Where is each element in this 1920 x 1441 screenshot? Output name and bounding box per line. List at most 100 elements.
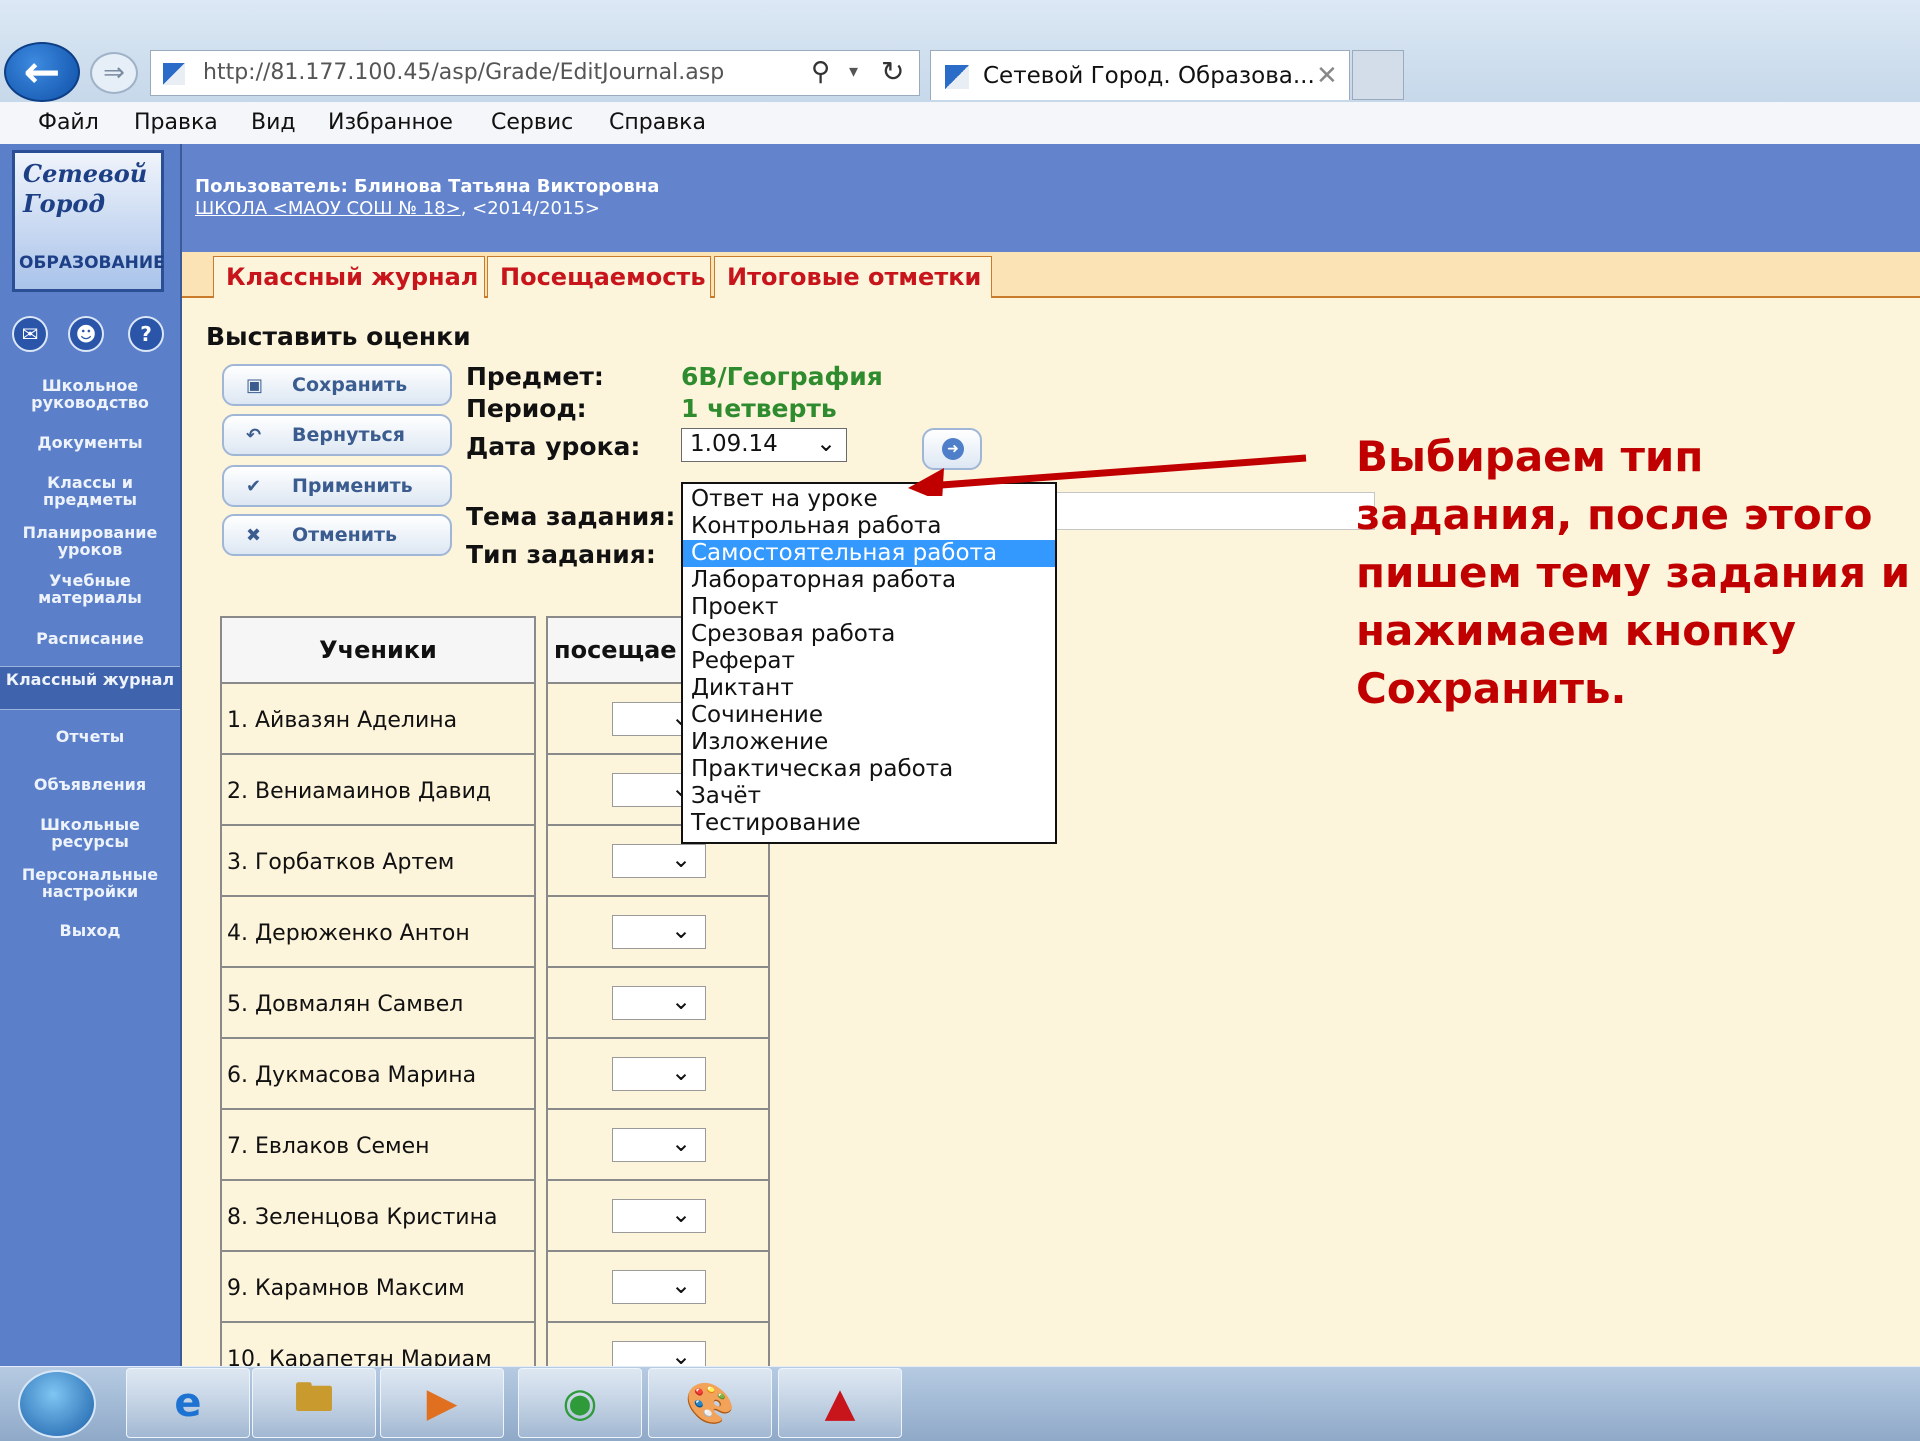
attendance-select[interactable]: ⌄ [612, 1057, 706, 1091]
attendance-select[interactable]: ⌄ [612, 915, 706, 949]
option-testing[interactable]: Тестирование [683, 810, 1055, 837]
save-button[interactable]: ▣ Сохранить [222, 364, 452, 406]
attendance-select[interactable]: ⌄ [612, 986, 706, 1020]
mail-icon[interactable]: ✉ [12, 316, 48, 352]
dropdown-arrow-icon[interactable]: ▾ [849, 61, 858, 82]
sidebar-item-planning[interactable]: Планирование уроков [0, 524, 180, 558]
option-credit[interactable]: Зачёт [683, 783, 1055, 810]
menu-help[interactable]: Справка [609, 110, 706, 135]
option-essay[interactable]: Реферат [683, 648, 1055, 675]
menu-view[interactable]: Вид [251, 110, 296, 135]
page-favicon-icon [163, 63, 185, 85]
tab-journal[interactable]: Классный журнал [213, 256, 485, 298]
save-label: Сохранить [292, 374, 408, 396]
option-lab-work[interactable]: Лабораторная работа [683, 567, 1055, 594]
menu-tools[interactable]: Сервис [491, 110, 573, 135]
menu-file[interactable]: Файл [38, 110, 99, 135]
task-type-listbox[interactable]: Ответ на уроке Контрольная работа Самост… [681, 482, 1057, 844]
option-dictation[interactable]: Диктант [683, 675, 1055, 702]
attendance-select[interactable]: ⌄ [612, 1128, 706, 1162]
users-icon[interactable]: ☻ [68, 316, 104, 352]
attendance-select[interactable]: ⌄ [612, 844, 706, 878]
chrome-icon[interactable]: ◉ [518, 1368, 642, 1438]
option-independent-work[interactable]: Самостоятельная работа [683, 540, 1055, 567]
apply-button[interactable]: ✔ Применить [222, 465, 452, 507]
student-name: 9. Карамнов Максим [220, 1252, 536, 1323]
table-row: 5. Довмалян Самвел ⌄ [220, 968, 770, 1039]
address-bar[interactable]: http://81.177.100.45/asp/Grade/EditJourn… [150, 50, 920, 96]
sidebar-item-schedule[interactable]: Расписание [0, 630, 180, 647]
student-name: 1. Айвазян Аделина [220, 684, 536, 755]
menu-edit[interactable]: Правка [134, 110, 218, 135]
sidebar-item-documents[interactable]: Документы [0, 434, 180, 451]
attendance-cell: ⌄ [546, 1323, 770, 1366]
floppy-icon: ▣ [246, 375, 264, 396]
sidebar-item-school-management[interactable]: Школьное руководство [0, 377, 180, 411]
sidebar-item-classes[interactable]: Классы и предметы [0, 474, 180, 508]
pdf-reader-icon[interactable]: ▲ [778, 1368, 902, 1438]
browser-tab[interactable]: Сетевой Город. Образова... ✕ [930, 50, 1350, 100]
sidebar-item-settings[interactable]: Персональные настройки [0, 866, 180, 900]
sidebar-item-exit[interactable]: Выход [0, 922, 180, 939]
period-label: Период: [466, 394, 587, 423]
annotation-text: Выбираем тип задания, после этого пишем … [1356, 432, 1911, 713]
tab-favicon-icon [945, 65, 969, 89]
forward-arrow-icon[interactable]: ⇒ [90, 52, 138, 94]
school-link[interactable]: ШКОЛА <МАОУ СОШ № 18> [195, 198, 461, 219]
new-tab-button[interactable] [1352, 50, 1404, 100]
tab-title: Сетевой Город. Образова... [983, 63, 1315, 89]
table-row: 4. Дерюженко Антон ⌄ [220, 897, 770, 968]
close-icon[interactable]: ✕ [1316, 61, 1338, 91]
date-select[interactable]: 1.09.14 ⌄ [681, 428, 847, 462]
media-player-icon[interactable]: ▶ [380, 1368, 504, 1438]
sidebar-item-journal[interactable]: Классный журнал [0, 666, 180, 710]
address-url[interactable]: http://81.177.100.45/asp/Grade/EditJourn… [203, 60, 724, 85]
option-test-work[interactable]: Контрольная работа [683, 513, 1055, 540]
chevron-down-icon: ⌄ [671, 845, 692, 873]
attendance-select[interactable]: ⌄ [612, 1341, 706, 1366]
menu-favorites[interactable]: Избранное [328, 110, 453, 135]
chevron-down-icon: ⌄ [671, 1342, 692, 1366]
attendance-select[interactable]: ⌄ [612, 1270, 706, 1304]
table-row: 10. Карапетян Мариам ⌄ [220, 1323, 770, 1366]
refresh-icon[interactable]: ↻ [881, 55, 904, 88]
paint-icon[interactable]: 🎨 [648, 1368, 772, 1438]
option-composition[interactable]: Сочинение [683, 702, 1055, 729]
sidebar-item-materials[interactable]: Учебные материалы [0, 572, 180, 606]
tab-final-grades[interactable]: Итоговые отметки [714, 256, 992, 298]
folder-icon[interactable]: 🖿 [252, 1368, 376, 1438]
chevron-down-icon: ⌄ [671, 916, 692, 944]
attendance-cell: ⌄ [546, 1252, 770, 1323]
return-button[interactable]: ↶ Вернуться [222, 414, 452, 456]
start-button-icon[interactable] [18, 1370, 96, 1438]
option-presentation[interactable]: Изложение [683, 729, 1055, 756]
chevron-down-icon: ⌄ [816, 429, 837, 457]
type-label: Тип задания: [466, 540, 656, 569]
student-name: 2. Вениамаинов Давид [220, 755, 536, 826]
chevron-down-icon: ⌄ [671, 1129, 692, 1157]
sidebar-item-reports[interactable]: Отчеты [0, 728, 180, 745]
chevron-down-icon: ⌄ [671, 987, 692, 1015]
sidebar-item-resources[interactable]: Школьные ресурсы [0, 816, 180, 850]
checkmark-icon: ✔ [246, 476, 262, 497]
tab-attendance[interactable]: Посещаемость [487, 256, 711, 298]
logo[interactable]: Сетевой Город ОБРАЗОВАНИЕ [12, 150, 165, 292]
student-name: 3. Горбатков Артем [220, 826, 536, 897]
school-info: ШКОЛА <МАОУ СОШ № 18>, <2014/2015> [195, 198, 600, 219]
option-project[interactable]: Проект [683, 594, 1055, 621]
sidebar-item-announcements[interactable]: Объявления [0, 776, 180, 793]
attendance-cell: ⌄ [546, 1110, 770, 1181]
search-icon[interactable]: ⚲ [811, 57, 830, 87]
cancel-button[interactable]: ✖ Отменить [222, 514, 452, 556]
attendance-select[interactable]: ⌄ [612, 1199, 706, 1233]
theme-input[interactable] [1055, 492, 1375, 530]
option-cut-work[interactable]: Срезовая работа [683, 621, 1055, 648]
option-practical[interactable]: Практическая работа [683, 756, 1055, 783]
internet-explorer-icon[interactable]: e [126, 1368, 250, 1438]
cancel-label: Отменить [292, 524, 398, 546]
date-label: Дата урока: [466, 432, 641, 461]
back-arrow-icon[interactable]: ← [4, 42, 80, 102]
help-icon[interactable]: ? [128, 316, 164, 352]
apply-label: Применить [292, 475, 413, 497]
student-name: 7. Евлаков Семен [220, 1110, 536, 1181]
